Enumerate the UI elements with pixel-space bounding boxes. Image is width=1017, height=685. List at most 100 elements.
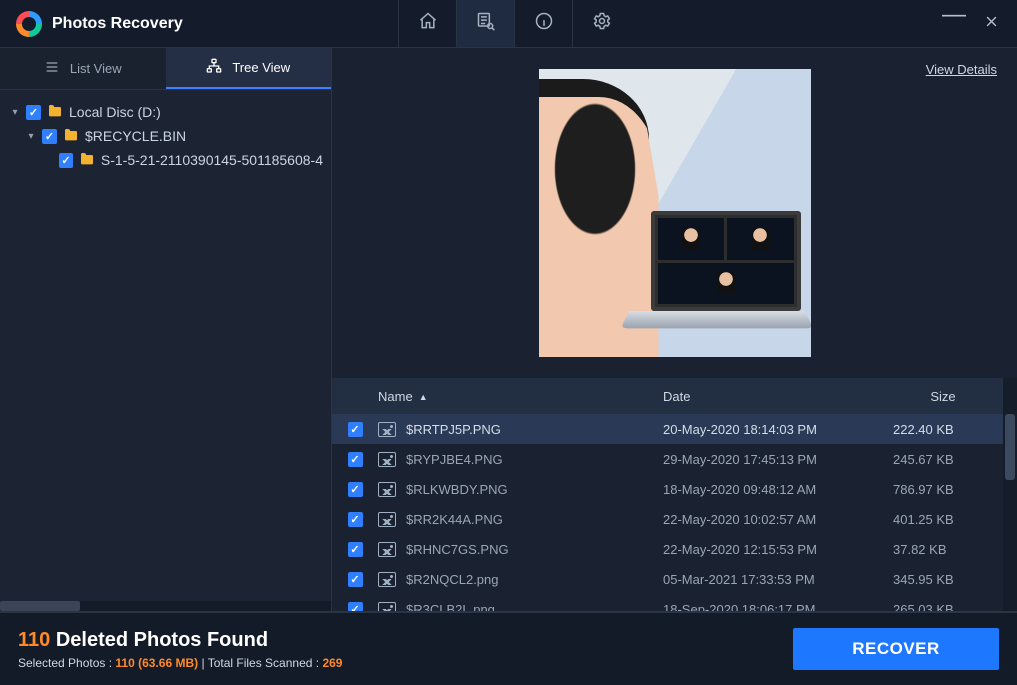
table-row[interactable]: $R2NQCL2.png 05-Mar-2021 17:33:53 PM345.9… bbox=[332, 564, 1003, 594]
tree-label: S-1-5-21-2110390145-501185608-4 bbox=[101, 152, 323, 168]
table-row[interactable]: $RRTPJ5P.PNG 20-May-2020 18:14:03 PM222.4… bbox=[332, 414, 1003, 444]
tab-label: List View bbox=[70, 61, 122, 76]
table-row[interactable]: $RYPJBE4.PNG 29-May-2020 17:45:13 PM245.6… bbox=[332, 444, 1003, 474]
view-details-link[interactable]: View Details bbox=[926, 62, 997, 77]
checkbox[interactable] bbox=[348, 482, 363, 497]
tree-label: $RECYCLE.BIN bbox=[85, 128, 186, 144]
tab-label: Tree View bbox=[232, 60, 290, 75]
found-heading: 110 Deleted Photos Found bbox=[18, 629, 342, 652]
checkbox[interactable] bbox=[348, 602, 363, 611]
file-size: 786.97 KB bbox=[883, 474, 1003, 504]
file-size: 37.82 KB bbox=[883, 534, 1003, 564]
image-file-icon bbox=[378, 542, 396, 557]
window-controls: — bbox=[942, 14, 1017, 34]
checkbox[interactable] bbox=[42, 129, 57, 144]
checkbox[interactable] bbox=[348, 572, 363, 587]
tab-tree-view[interactable]: Tree View bbox=[166, 48, 332, 89]
col-size[interactable]: Size bbox=[883, 378, 1003, 414]
tree-node-selected[interactable]: S-1-5-21-2110390145-501185608-4 bbox=[8, 148, 325, 172]
file-size: 265.03 KB bbox=[883, 594, 1003, 611]
info-button[interactable] bbox=[514, 0, 572, 47]
file-size: 222.40 KB bbox=[883, 414, 1003, 444]
file-date: 20-May-2020 18:14:03 PM bbox=[663, 414, 883, 444]
col-date[interactable]: Date bbox=[663, 378, 883, 414]
scan-results-button[interactable] bbox=[456, 0, 514, 47]
found-text: Deleted Photos Found bbox=[56, 629, 268, 651]
table-row[interactable]: $RLKWBDY.PNG 18-May-2020 09:48:12 AM786.9… bbox=[332, 474, 1003, 504]
list-icon bbox=[44, 59, 60, 78]
tree-node-root[interactable]: ▾ Local Disc (D:) bbox=[8, 100, 325, 124]
folder-tree[interactable]: ▾ Local Disc (D:) ▾ $RECYCLE.BIN bbox=[0, 90, 331, 611]
file-name: $RR2K44A.PNG bbox=[406, 512, 503, 527]
image-file-icon bbox=[378, 602, 396, 612]
file-size: 345.95 KB bbox=[883, 564, 1003, 594]
file-size: 245.67 KB bbox=[883, 444, 1003, 474]
tab-list-view[interactable]: List View bbox=[0, 48, 166, 89]
file-table: Name▲ Date Size $RRTPJ5P.PNG 20-May-2020 … bbox=[332, 378, 1003, 611]
file-name: $RRTPJ5P.PNG bbox=[406, 422, 501, 437]
found-count: 110 bbox=[18, 629, 50, 651]
checkbox[interactable] bbox=[26, 105, 41, 120]
gear-icon bbox=[592, 11, 612, 36]
stats-line: Selected Photos : 110 (63.66 MB) | Total… bbox=[18, 656, 342, 670]
image-file-icon bbox=[378, 422, 396, 437]
sidebar: List View Tree View ▾ Local Disc (D:) ▾ bbox=[0, 48, 332, 611]
file-name: $R2NQCL2.png bbox=[406, 572, 499, 587]
app-logo-icon bbox=[16, 11, 42, 37]
sort-asc-icon: ▲ bbox=[419, 392, 428, 402]
main: List View Tree View ▾ Local Disc (D:) ▾ bbox=[0, 48, 1017, 611]
home-button[interactable] bbox=[398, 0, 456, 47]
table-row[interactable]: $RHNC7GS.PNG 22-May-2020 12:15:53 PM37.82… bbox=[332, 534, 1003, 564]
tree-node[interactable]: ▾ $RECYCLE.BIN bbox=[8, 124, 325, 148]
info-icon bbox=[534, 11, 554, 36]
file-date: 22-May-2020 10:02:57 AM bbox=[663, 504, 883, 534]
folder-icon bbox=[47, 103, 63, 122]
checkbox[interactable] bbox=[348, 422, 363, 437]
image-file-icon bbox=[378, 482, 396, 497]
footer: 110 Deleted Photos Found Selected Photos… bbox=[0, 611, 1017, 685]
list-search-icon bbox=[476, 11, 496, 36]
table-row[interactable]: $RR2K44A.PNG 22-May-2020 10:02:57 AM401.2… bbox=[332, 504, 1003, 534]
file-date: 05-Mar-2021 17:33:53 PM bbox=[663, 564, 883, 594]
close-button[interactable] bbox=[984, 14, 999, 34]
table-v-scrollbar[interactable] bbox=[1003, 378, 1017, 611]
app-title: Photos Recovery bbox=[52, 15, 183, 33]
tree-icon bbox=[206, 58, 222, 77]
checkbox[interactable] bbox=[348, 512, 363, 527]
table-row[interactable]: $R3CLB2L.png 18-Sep-2020 18:06:17 PM265.0… bbox=[332, 594, 1003, 611]
folder-icon bbox=[63, 127, 79, 146]
file-name: $RLKWBDY.PNG bbox=[406, 482, 508, 497]
file-name: $RHNC7GS.PNG bbox=[406, 542, 509, 557]
image-file-icon bbox=[378, 452, 396, 467]
file-date: 18-May-2020 09:48:12 AM bbox=[663, 474, 883, 504]
home-icon bbox=[418, 11, 438, 36]
col-name[interactable]: Name▲ bbox=[378, 378, 663, 414]
checkbox[interactable] bbox=[348, 542, 363, 557]
brand: Photos Recovery bbox=[0, 11, 398, 37]
toolbar bbox=[398, 0, 630, 47]
file-date: 22-May-2020 12:15:53 PM bbox=[663, 534, 883, 564]
titlebar: Photos Recovery — bbox=[0, 0, 1017, 48]
settings-button[interactable] bbox=[572, 0, 630, 47]
caret-icon[interactable]: ▾ bbox=[10, 107, 20, 118]
checkbox[interactable] bbox=[348, 452, 363, 467]
checkbox[interactable] bbox=[59, 153, 73, 168]
file-size: 401.25 KB bbox=[883, 504, 1003, 534]
sidebar-tabs: List View Tree View bbox=[0, 48, 331, 90]
tree-label: Local Disc (D:) bbox=[69, 104, 161, 120]
preview-image bbox=[539, 69, 811, 357]
file-table-wrap: Name▲ Date Size $RRTPJ5P.PNG 20-May-2020 … bbox=[332, 378, 1017, 611]
file-date: 29-May-2020 17:45:13 PM bbox=[663, 444, 883, 474]
content: View Details Name▲ Date S bbox=[332, 48, 1017, 611]
sidebar-h-scrollbar[interactable] bbox=[0, 601, 331, 611]
minimize-button[interactable]: — bbox=[942, 10, 966, 30]
folder-icon bbox=[79, 151, 95, 170]
caret-icon[interactable]: ▾ bbox=[26, 131, 36, 142]
file-date: 18-Sep-2020 18:06:17 PM bbox=[663, 594, 883, 611]
footer-stats: 110 Deleted Photos Found Selected Photos… bbox=[18, 629, 342, 670]
file-name: $R3CLB2L.png bbox=[406, 602, 495, 612]
image-file-icon bbox=[378, 572, 396, 587]
recover-button[interactable]: RECOVER bbox=[793, 628, 999, 670]
image-file-icon bbox=[378, 512, 396, 527]
file-name: $RYPJBE4.PNG bbox=[406, 452, 503, 467]
